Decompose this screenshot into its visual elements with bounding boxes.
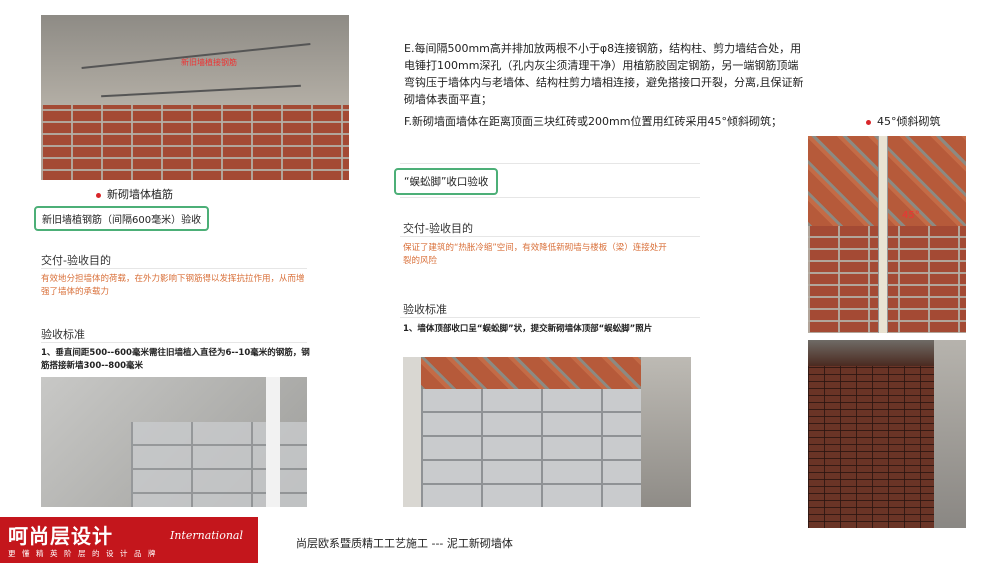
wall-rebar-photo: 新旧墙植接钢筋 xyxy=(41,15,349,180)
photo-side-wall xyxy=(641,357,691,507)
photo-caption: 新砌墙体植筋 xyxy=(96,186,173,202)
measuring-tape xyxy=(878,136,888,333)
logo-intl-text: International xyxy=(170,529,243,542)
logo-slogan: 更懂精英阶层的设计品牌 xyxy=(8,549,162,558)
delivery-title: 交付-验收目的 xyxy=(41,254,111,267)
right-caption-text: 45°倾斜砌筑 xyxy=(877,115,941,128)
photo-pipe xyxy=(266,377,280,507)
criteria-title: 验收标准 xyxy=(41,328,85,341)
paragraph-e: E.每间隔500mm高并排加放两根不小于φ8连接钢筋，结构柱、剪力墙结合处，用电… xyxy=(404,42,804,106)
section-divider xyxy=(400,163,700,164)
logo-main-text: 呵尚层设计 xyxy=(8,524,113,548)
bullet-dot xyxy=(96,192,101,198)
centipede-wall-photo xyxy=(403,357,691,507)
photo-side-wall xyxy=(934,340,966,528)
section-divider xyxy=(41,342,307,343)
photo-overlay-label: 新旧墙植接钢筋 xyxy=(181,58,237,67)
delivery-text: 有效地分担墙体的荷载，在外力影响下钢筋得以发挥抗拉作用，从而增强了墙体的承载力 xyxy=(41,274,305,297)
block-wall-photo xyxy=(41,377,307,507)
angle-label: 45° xyxy=(902,210,920,221)
right-caption: 45°倾斜砌筑 xyxy=(866,113,941,129)
criteria-text: 1、垂直间距500--600毫米需往旧墙植入直径为6--10毫米的钢筋，钢筋搭接… xyxy=(41,348,310,371)
bullet-dot xyxy=(866,119,871,125)
photo-block-wall xyxy=(421,389,641,507)
delivery-text: 保证了建筑的“热胀冷缩”空间，有效降低新砌墙与楼板（梁）连接处开裂的风险 xyxy=(403,243,667,266)
finished-wall-photo xyxy=(808,340,966,528)
brand-logo: 呵尚层设计 International 更懂精英阶层的设计品牌 xyxy=(0,517,258,563)
criteria-title: 验收标准 xyxy=(403,303,447,316)
section-divider xyxy=(41,268,307,269)
section-divider xyxy=(400,317,700,318)
section-divider xyxy=(400,197,700,198)
photo-block-wall xyxy=(131,422,307,507)
criteria-text: 1、墙体顶部收口呈“蜈蚣脚”状，提交新砌墙体顶部“蜈蚣脚”照片 xyxy=(403,324,653,334)
paragraph-f: F.新砌墙面墙体在距离顶面三块红砖或200mm位置用红砖采用45°倾斜砌筑； xyxy=(404,115,782,128)
centipede-acceptance-label: “蜈蚣脚”收口验收 xyxy=(394,168,499,195)
section-divider xyxy=(400,236,700,237)
photo-caption-text: 新砌墙体植筋 xyxy=(107,188,173,201)
footer-title: 尚层欧系暨质精工工艺施工 --- 泥工新砌墙体 xyxy=(296,537,513,550)
delivery-title: 交付-验收目的 xyxy=(403,222,473,235)
diagonal-brick-photo: 45° xyxy=(808,136,966,333)
rebar-acceptance-label: 新旧墙植钢筋（间隔600毫米）验收 xyxy=(34,206,210,231)
photo-diagonal-bricks xyxy=(421,357,641,389)
